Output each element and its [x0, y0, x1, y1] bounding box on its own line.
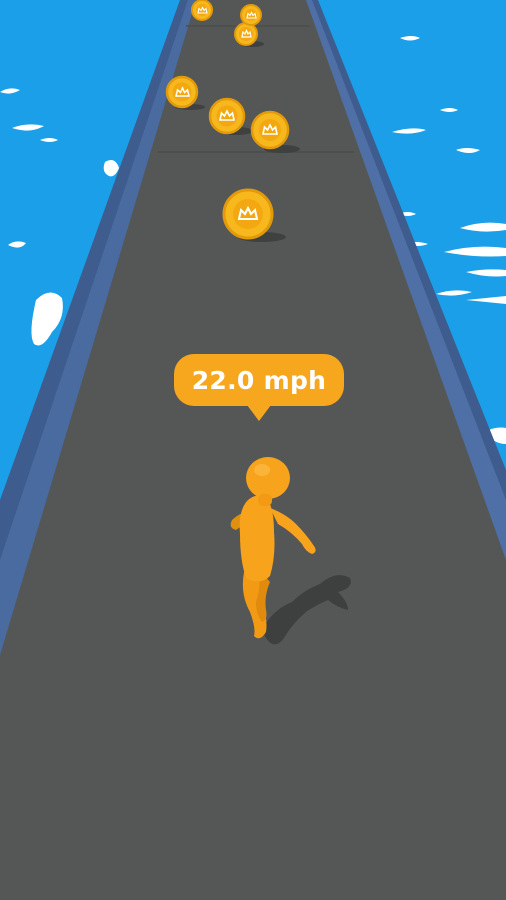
speed-bubble-pointer [247, 405, 271, 421]
coin [222, 188, 274, 240]
speed-indicator: 22.0 mph [174, 354, 344, 421]
speed-label: 22.0 mph [191, 365, 327, 395]
coin [250, 110, 290, 150]
coin [165, 75, 199, 109]
coin [191, 0, 213, 21]
game-world [0, 0, 506, 900]
coin [234, 22, 258, 46]
coin [240, 4, 262, 26]
game-scene[interactable]: 22.0 mph [0, 0, 506, 900]
coin [208, 97, 246, 135]
